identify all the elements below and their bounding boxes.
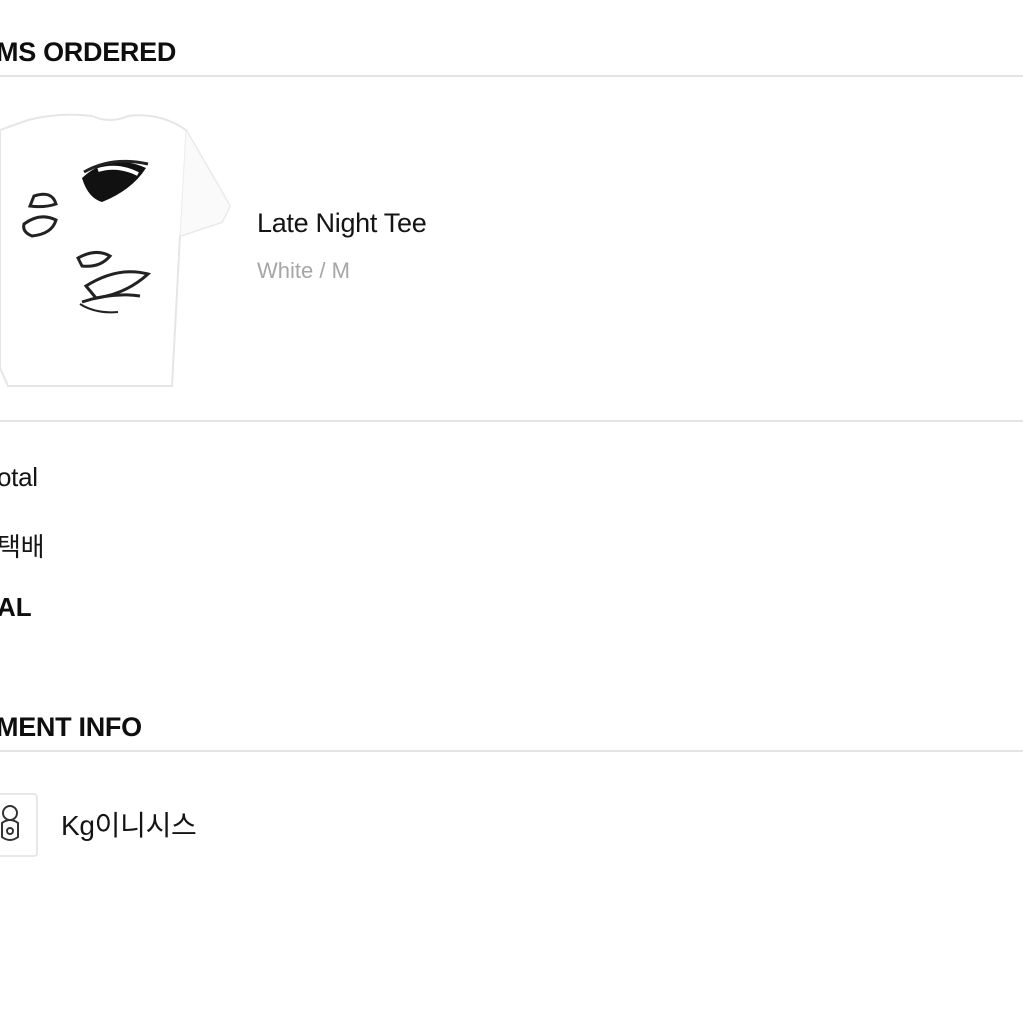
product-variant: White / M [257,258,350,283]
product-name[interactable]: Late Night Tee [257,208,427,239]
payment-info-heading: MENT INFO [0,712,142,742]
items-ordered-divider [0,75,1023,77]
payment-provider-logo-icon [1,805,19,841]
total-label: AL [0,592,32,622]
order-detail-page: MS ORDERED Late Night Tee White / M otal… [0,0,1023,1023]
shipping-label: 택배 [0,532,45,562]
payment-info-divider [0,750,1023,752]
product-image[interactable] [0,108,232,390]
items-divider-bottom [0,420,1023,422]
subtotal-label: otal [0,462,38,492]
items-ordered-heading: MS ORDERED [0,37,177,67]
payment-logo [0,793,38,857]
payment-method-name: Kg이니시스 [61,810,197,841]
